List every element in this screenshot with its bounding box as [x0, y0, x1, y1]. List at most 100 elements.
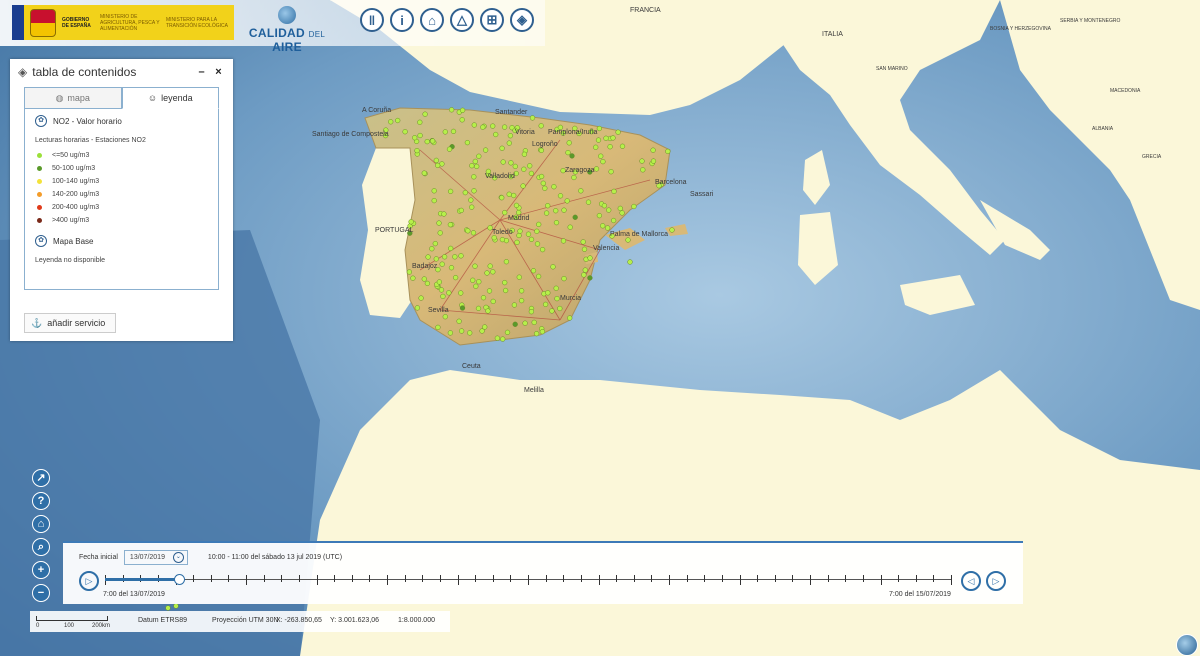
station-marker[interactable] [469, 163, 475, 169]
station-marker[interactable] [512, 321, 518, 327]
station-marker[interactable] [521, 151, 528, 157]
station-marker[interactable] [538, 173, 545, 180]
station-marker[interactable] [440, 293, 446, 300]
layers-button[interactable]: ◈ [510, 8, 534, 32]
station-marker[interactable] [173, 603, 179, 609]
add-service-button[interactable]: ⚓ añadir servicio [24, 313, 116, 333]
station-marker[interactable] [569, 153, 575, 159]
station-marker[interactable] [165, 605, 171, 611]
station-marker[interactable] [421, 276, 427, 282]
station-marker[interactable] [553, 208, 559, 214]
station-marker[interactable] [502, 209, 508, 216]
station-marker[interactable] [499, 236, 506, 243]
station-marker[interactable] [508, 160, 514, 166]
station-marker[interactable] [665, 148, 671, 155]
station-marker[interactable] [557, 305, 563, 312]
station-marker[interactable] [525, 231, 532, 237]
station-marker[interactable] [580, 239, 586, 245]
station-marker[interactable] [435, 324, 441, 331]
station-marker[interactable] [490, 298, 496, 305]
station-marker[interactable] [447, 222, 454, 228]
station-marker[interactable] [431, 197, 437, 204]
station-marker[interactable] [424, 280, 431, 287]
station-marker[interactable] [517, 228, 523, 234]
station-marker[interactable] [493, 131, 499, 138]
station-marker[interactable] [469, 204, 475, 210]
station-marker[interactable] [535, 273, 542, 280]
station-marker[interactable] [571, 174, 577, 181]
station-marker[interactable] [406, 269, 413, 275]
station-marker[interactable] [627, 259, 633, 265]
step-forward-button[interactable]: ▷ [986, 571, 1006, 591]
station-marker[interactable] [596, 212, 603, 219]
station-marker[interactable] [452, 254, 458, 260]
station-marker[interactable] [545, 203, 551, 209]
station-marker[interactable] [471, 174, 477, 180]
station-marker[interactable] [536, 221, 542, 228]
station-marker[interactable] [490, 269, 496, 275]
station-marker[interactable] [502, 279, 508, 286]
station-marker[interactable] [484, 270, 490, 276]
measure-button[interactable]: ‖ [360, 8, 384, 32]
station-marker[interactable] [435, 162, 441, 169]
station-marker[interactable] [516, 274, 522, 280]
station-marker[interactable] [554, 295, 560, 302]
station-marker[interactable] [408, 219, 414, 225]
station-marker[interactable] [450, 128, 457, 135]
station-marker[interactable] [534, 228, 540, 234]
station-marker[interactable] [471, 188, 477, 194]
station-marker[interactable] [436, 220, 442, 226]
station-marker[interactable] [522, 320, 528, 326]
station-marker[interactable] [601, 203, 608, 209]
station-marker[interactable] [506, 140, 512, 146]
station-marker[interactable] [521, 166, 527, 172]
station-marker[interactable] [417, 119, 423, 125]
station-marker[interactable] [530, 268, 537, 274]
station-marker[interactable] [438, 287, 445, 293]
station-marker[interactable] [433, 157, 439, 164]
station-marker[interactable] [604, 225, 611, 231]
station-marker[interactable] [565, 149, 571, 156]
station-marker[interactable] [504, 329, 511, 336]
station-marker[interactable] [476, 153, 482, 159]
station-marker[interactable] [456, 318, 462, 324]
station-marker[interactable] [567, 224, 573, 230]
layer-no2[interactable]: ✿ NO2 - Valor horario [35, 115, 208, 127]
station-marker[interactable] [500, 336, 506, 342]
station-marker[interactable] [564, 198, 570, 204]
station-marker[interactable] [529, 115, 536, 121]
step-back-button[interactable]: ◁ [961, 571, 981, 591]
share-button[interactable]: ↗ [32, 469, 50, 487]
network-button[interactable]: ⊞ [480, 8, 504, 32]
station-marker[interactable] [603, 135, 609, 141]
station-marker[interactable] [500, 159, 506, 165]
station-marker[interactable] [572, 214, 578, 220]
station-marker[interactable] [485, 308, 491, 314]
station-marker[interactable] [551, 184, 557, 190]
station-marker[interactable] [561, 207, 567, 213]
station-marker[interactable] [578, 188, 584, 194]
station-marker[interactable] [550, 264, 556, 270]
station-marker[interactable] [418, 295, 424, 301]
station-marker[interactable] [471, 122, 477, 128]
station-marker[interactable] [518, 297, 525, 304]
station-marker[interactable] [540, 180, 546, 186]
station-marker[interactable] [459, 305, 466, 311]
station-marker[interactable] [436, 279, 443, 285]
station-marker[interactable] [475, 305, 482, 312]
station-marker[interactable] [467, 330, 473, 336]
zoom-out-button[interactable]: − [32, 584, 50, 602]
station-marker[interactable] [414, 305, 421, 311]
station-marker[interactable] [553, 219, 560, 226]
station-marker[interactable] [507, 133, 514, 139]
minimize-button[interactable]: – [195, 66, 208, 79]
station-marker[interactable] [490, 123, 496, 129]
station-marker[interactable] [424, 138, 430, 145]
station-marker[interactable] [610, 217, 617, 224]
station-marker[interactable] [421, 170, 427, 176]
station-marker[interactable] [543, 210, 550, 216]
station-marker[interactable] [650, 158, 657, 164]
station-marker[interactable] [619, 210, 625, 216]
station-marker[interactable] [582, 267, 588, 273]
station-marker[interactable] [631, 203, 637, 210]
